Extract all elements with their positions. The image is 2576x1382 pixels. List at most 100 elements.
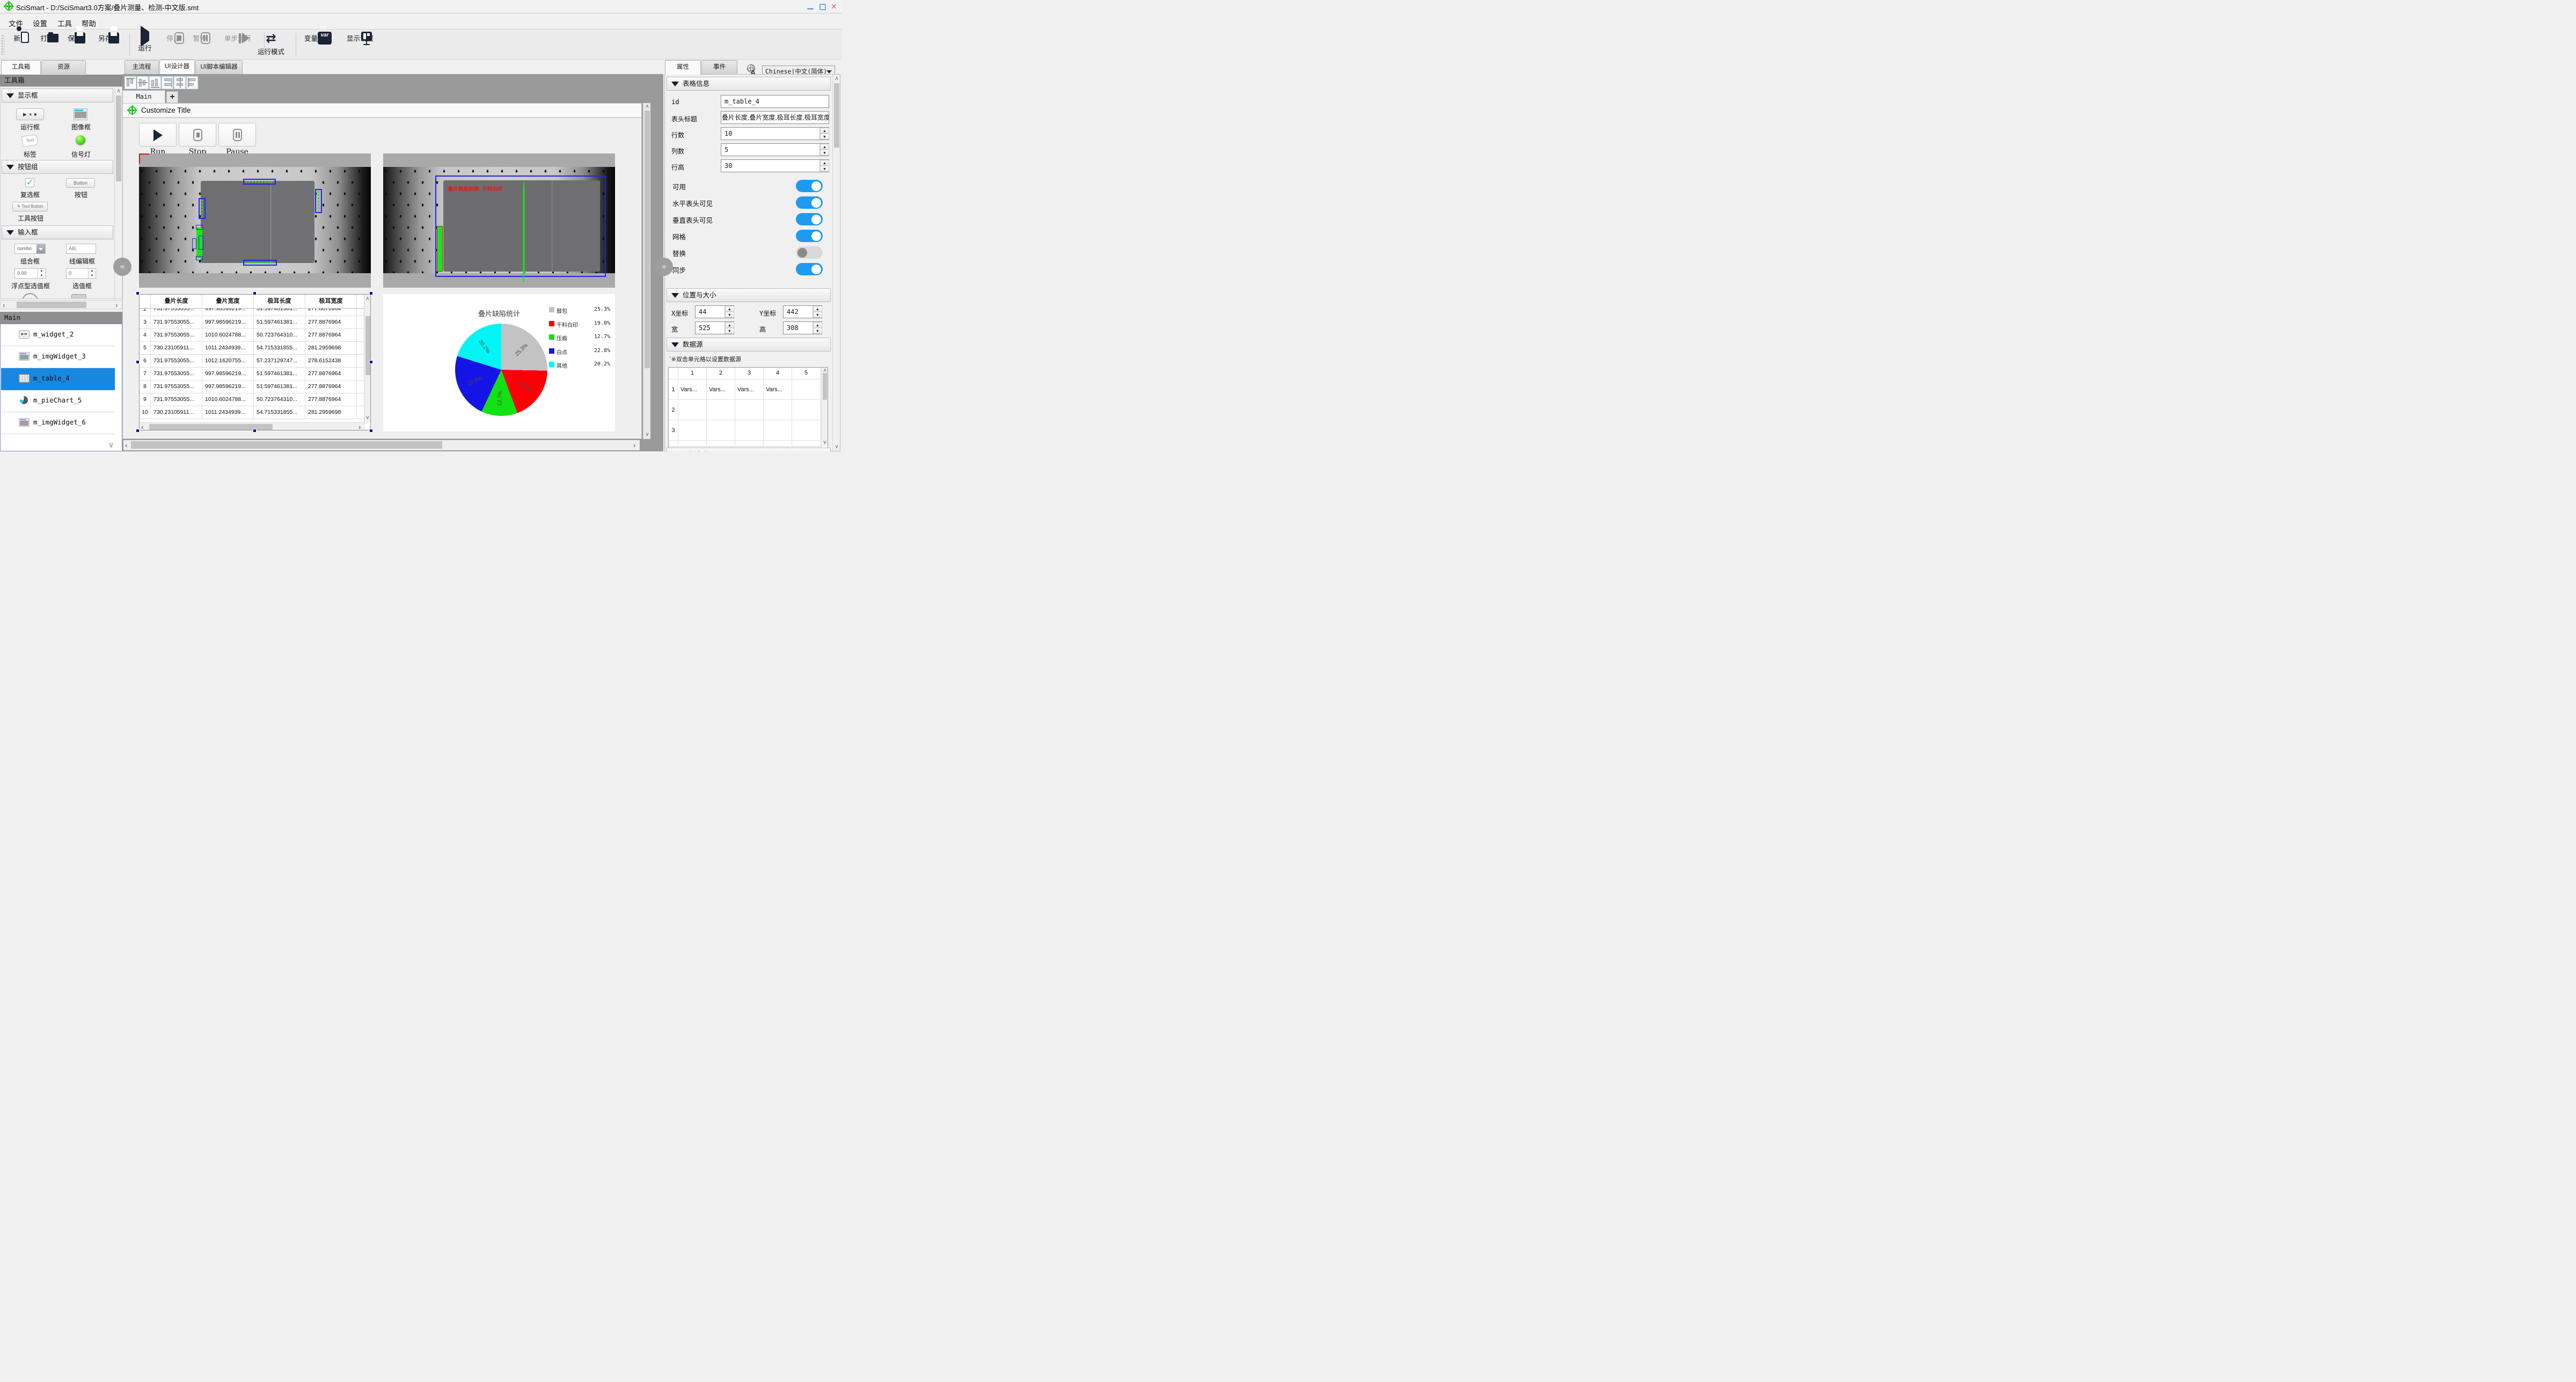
ds-cell[interactable] <box>764 420 792 441</box>
save-button[interactable]: 保存 <box>63 26 86 43</box>
table-cell[interactable]: 997.98596219... <box>202 309 254 316</box>
scroll-right-icon[interactable]: › <box>115 301 118 309</box>
ds-cell[interactable] <box>792 400 821 420</box>
scroll-left-icon[interactable]: ‹ <box>125 441 127 449</box>
table-row[interactable]: 3 731.97553055... 997.98596219... 51.597461… <box>140 316 365 329</box>
scroll-up-icon[interactable]: ∧ <box>833 76 840 82</box>
tab-ui-designer[interactable]: UI设计器 <box>159 60 195 74</box>
table-cell[interactable]: 277.8876964 <box>305 381 357 393</box>
x-spinner[interactable]: 44 ▲ ▼ <box>695 305 734 318</box>
table-row[interactable]: 10 730.23105911... 1011.2434939... 54.71533… <box>140 406 365 419</box>
menu-tools[interactable]: 工具 <box>55 17 74 30</box>
double-spin-preview-icon[interactable]: 0.00 ▲ ▼ <box>14 268 46 279</box>
scroll-right-icon[interactable]: › <box>633 441 635 449</box>
ds-cell[interactable]: Vars... <box>764 379 792 400</box>
section-refresh-conditions[interactable]: 刷新条件 <box>667 448 831 451</box>
spin-down-icon[interactable]: ▼ <box>725 312 734 318</box>
spin-up-icon[interactable]: ▲ <box>813 322 822 328</box>
toolbox-hscrollbar[interactable]: ‹ › <box>0 300 122 309</box>
ds-cell[interactable] <box>764 400 792 420</box>
scroll-down-icon[interactable]: ∨ <box>643 432 651 437</box>
ds-cell[interactable]: Vars... <box>678 379 707 400</box>
table-cell[interactable]: 277.8876964 <box>305 309 357 316</box>
col-count-spinner[interactable]: 5 ▲ ▼ <box>721 143 829 156</box>
maximize-button[interactable] <box>819 4 826 10</box>
minimize-button[interactable] <box>807 4 814 10</box>
table-cell[interactable]: 278.6152438 <box>305 355 357 367</box>
table-cell[interactable]: 277.8876964 <box>305 316 357 328</box>
spin-down-icon[interactable]: ▼ <box>725 328 734 334</box>
spin-up-icon[interactable]: ▲ <box>820 160 829 166</box>
table-vscrollbar[interactable]: ∧ ∨ <box>364 295 370 422</box>
spin-up-icon[interactable]: ▲ <box>813 306 822 312</box>
tool-button-preview-icon[interactable]: ✎ Tool Button <box>12 202 48 211</box>
align-bottom-button[interactable] <box>162 76 173 89</box>
ds-cell[interactable] <box>707 420 735 441</box>
canvas-vscrollbar[interactable]: ∧ ∨ <box>643 103 650 439</box>
table-cell[interactable]: 997.98596219... <box>202 316 254 328</box>
selection-handle[interactable] <box>369 429 373 433</box>
tree-item-m_table_4[interactable]: m_table_4 <box>1 368 115 390</box>
selection-handle[interactable] <box>369 360 373 364</box>
var-settings-button[interactable]: var√⚙变量设置 <box>299 25 336 45</box>
toggle-off[interactable] <box>796 246 823 259</box>
scroll-left-icon[interactable]: ‹ <box>141 423 143 430</box>
table-cell[interactable]: 731.97553055... <box>151 381 202 393</box>
close-button[interactable]: ✕ <box>831 2 838 11</box>
table-hscrollbar[interactable]: ‹ › <box>140 422 365 430</box>
canvas-hscrollbar[interactable]: ‹ › <box>123 440 640 450</box>
tree-item-m_widget_2[interactable]: ▶⏸⏹ m_widget_2 <box>1 324 115 346</box>
widget-run-button[interactable] <box>139 123 177 147</box>
page-tab-main[interactable]: Main <box>122 90 165 103</box>
tree-item-m_imgWidget_6[interactable]: m_imgWidget_6 <box>1 412 115 434</box>
image-box-preview-icon[interactable] <box>74 108 87 120</box>
table-cell[interactable]: 730.23105911... <box>151 342 202 354</box>
id-input[interactable]: m_table_4 <box>721 95 829 108</box>
scroll-up-icon[interactable]: ∧ <box>364 296 370 302</box>
selection-handle[interactable] <box>136 360 140 364</box>
selection-handle[interactable] <box>136 291 140 295</box>
table-row[interactable]: 2 731.97553055... 997.98596219... 51.597461… <box>140 309 365 316</box>
scroll-right-icon[interactable]: › <box>358 423 361 430</box>
align-vcenter-button[interactable] <box>174 76 186 89</box>
spin-down-icon[interactable]: ▼ <box>813 312 822 318</box>
image-widget-1[interactable] <box>139 153 371 288</box>
table-widget[interactable]: 叠片长度 叠片宽度 极耳长度 极耳宽度 2 731.97553055... 997.… <box>139 294 371 430</box>
add-page-button[interactable]: + <box>166 91 178 103</box>
display-settings-button[interactable]: 显示设置 <box>341 32 379 45</box>
table-cell[interactable]: 731.97553055... <box>151 368 202 380</box>
spin-up-icon[interactable]: ▲ <box>725 306 734 312</box>
spin-down-icon[interactable]: ▼ <box>820 166 829 172</box>
ds-cell[interactable] <box>678 420 707 441</box>
table-cell[interactable]: 731.97553055... <box>151 316 202 328</box>
ds-vscroll-thumb[interactable] <box>823 373 827 400</box>
pie-chart-widget[interactable]: 叠片缺陷统计 鼓包 25.3% 干料白印 19.0% 压痕 12.7% 白点 22.8% 其他 2… <box>383 294 615 432</box>
toggle-on[interactable] <box>796 230 823 242</box>
table-row[interactable]: 7 731.97553055... 997.98596219... 51.597461… <box>140 368 365 381</box>
button-preview-icon[interactable]: Button <box>66 178 95 188</box>
table-row[interactable]: 9 731.97553055... 1010.6024788... 50.723764… <box>140 393 365 406</box>
table-cell[interactable]: 1010.6024788... <box>202 393 254 406</box>
run-mode-button[interactable]: ⇄ 运行模式 <box>252 32 290 56</box>
ds-cell[interactable] <box>792 420 821 441</box>
toggle-on[interactable] <box>796 263 823 275</box>
properties-vscroll-thumb[interactable] <box>834 83 839 148</box>
data-source-grid[interactable]: 123451Vars...Vars...Vars...Vars...234∧∨‹… <box>668 367 828 451</box>
checkbox-preview-icon[interactable] <box>25 177 34 188</box>
table-cell[interactable]: 281.2959698 <box>305 342 357 354</box>
toggle-on[interactable] <box>796 196 823 209</box>
tab-properties[interactable]: 属性 <box>665 60 701 75</box>
row-height-spinner[interactable]: 30 ▲ ▼ <box>721 159 829 172</box>
ds-cell[interactable] <box>792 379 821 400</box>
ds-cell[interactable] <box>707 400 735 420</box>
spin-up-icon[interactable]: ▲ <box>820 128 829 134</box>
align-top-button[interactable] <box>186 76 198 89</box>
line-edit-preview-icon[interactable]: AB| <box>66 244 96 254</box>
table-cell[interactable]: 730.23105911... <box>151 406 202 419</box>
table-vscroll-thumb[interactable] <box>365 316 370 375</box>
section-input-boxes[interactable]: 输入框 <box>2 225 113 239</box>
tab-ui-script-editor[interactable]: UI脚本编辑器 <box>195 60 243 74</box>
table-cell[interactable]: 1010.6024788... <box>202 329 254 341</box>
table-cell[interactable]: 54.715331855... <box>254 406 305 419</box>
ds-cell[interactable]: Vars... <box>735 379 764 400</box>
